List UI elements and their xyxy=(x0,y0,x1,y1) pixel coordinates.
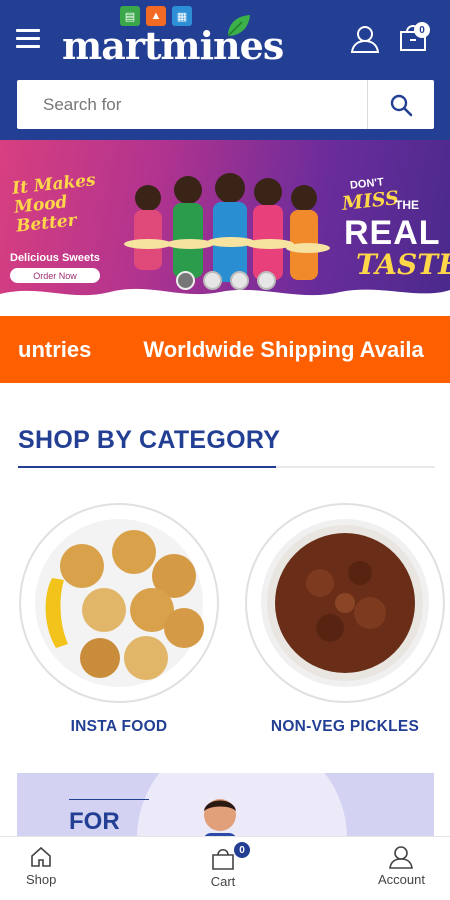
carousel-dot[interactable] xyxy=(176,271,195,290)
user-icon xyxy=(389,846,414,869)
carousel-indicators xyxy=(176,271,276,290)
home-icon xyxy=(31,846,51,867)
non-veg-pickles-image xyxy=(261,519,429,687)
promo-divider xyxy=(69,799,149,800)
carousel-dot[interactable] xyxy=(230,271,249,290)
nav-cart-label: Cart xyxy=(210,874,236,889)
app-header: ▤ ▲ ▦ martmines 0 xyxy=(0,0,450,140)
menu-icon[interactable] xyxy=(16,29,40,49)
nav-shop[interactable]: Shop xyxy=(26,845,56,887)
promo-banner-carousel[interactable]: It Makes Mood Better Delicious Sweets Or… xyxy=(0,140,450,302)
nav-account-label: Account xyxy=(378,872,425,887)
cart-count-badge: 0 xyxy=(234,842,250,858)
category-label: INSTA FOOD xyxy=(70,718,168,735)
nav-account[interactable]: Account xyxy=(378,845,425,887)
ticker-segment: Worldwide Shipping Availa xyxy=(143,337,424,362)
banner-tagline: It Makes Mood Better xyxy=(11,170,97,237)
banner-taste-text: TASTE xyxy=(356,248,450,281)
insta-food-image xyxy=(35,519,204,687)
category-label: NON-VEG PICKLES xyxy=(270,718,420,735)
promo-text: FOR xyxy=(69,808,120,835)
user-icon[interactable] xyxy=(350,24,380,59)
bottom-navigation: Shop 0 Cart Account xyxy=(0,836,450,900)
carousel-dot[interactable] xyxy=(203,271,222,290)
banner-miss-text: MISS xyxy=(341,187,400,215)
search-icon xyxy=(390,94,413,116)
nav-shop-label: Shop xyxy=(26,872,57,887)
cart-icon xyxy=(212,848,234,870)
logo-text: martmines xyxy=(62,23,284,68)
cart-icon[interactable]: 0 xyxy=(398,20,430,59)
nav-cart[interactable]: 0 Cart xyxy=(210,842,250,889)
shipping-ticker: untries Worldwide Shipping Availa xyxy=(0,316,450,383)
search-button[interactable] xyxy=(367,80,434,129)
banner-the-text: THE xyxy=(395,198,419,212)
category-image-frame xyxy=(19,503,219,703)
banner-product-label: Delicious Sweets xyxy=(10,252,100,264)
search-bar xyxy=(17,80,434,129)
category-insta-food[interactable]: INSTA FOOD xyxy=(19,503,219,736)
martmines-logo[interactable]: ▤ ▲ ▦ martmines xyxy=(62,6,284,68)
ticker-segment: untries xyxy=(18,337,92,362)
search-input[interactable] xyxy=(17,80,367,129)
category-image-frame xyxy=(245,503,445,703)
category-non-veg-pickles[interactable]: NON-VEG PICKLES xyxy=(245,503,445,736)
section-divider xyxy=(18,466,435,468)
ticker-text: untries Worldwide Shipping Availa xyxy=(18,337,424,363)
carousel-dot[interactable] xyxy=(257,271,276,290)
section-title: SHOP BY CATEGORY xyxy=(18,426,281,454)
cart-count-badge: 0 xyxy=(414,22,430,38)
